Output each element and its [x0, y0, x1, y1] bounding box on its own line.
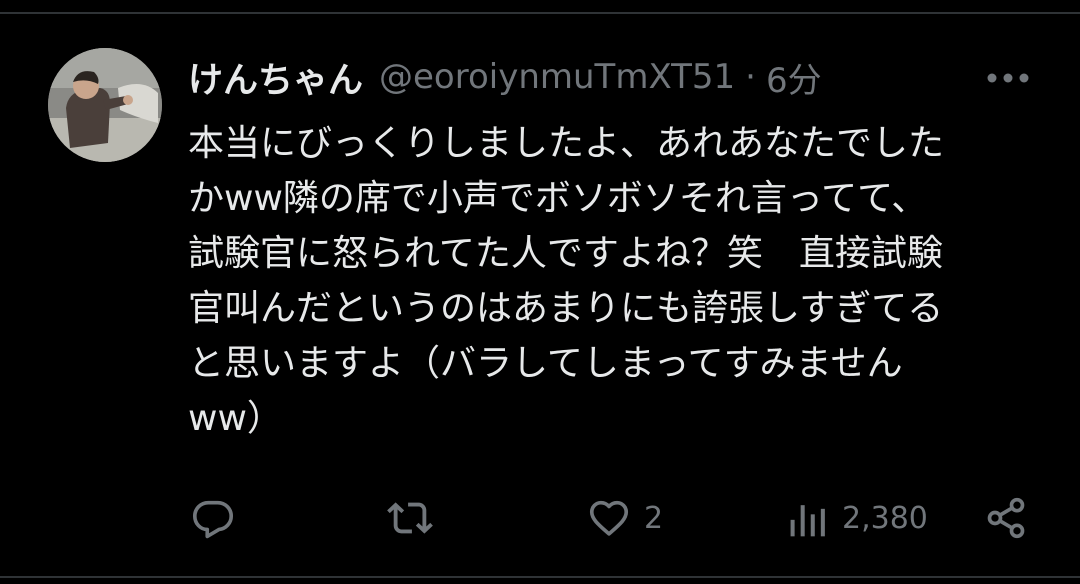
tweet-text: 本当にびっくりしましたよ、あれあなたでした かww隣の席で小声でボソボソそれ言っ…: [188, 123, 945, 439]
user-handle[interactable]: @eoroiynmuTmXT51: [379, 57, 735, 97]
views-button[interactable]: 2,380: [786, 488, 928, 548]
retweet-button[interactable]: [386, 488, 434, 548]
separator-dot: ·: [745, 57, 756, 97]
retweet-icon: [387, 502, 433, 534]
analytics-icon: [790, 505, 825, 537]
timestamp[interactable]: 6分: [766, 53, 822, 102]
share-button[interactable]: [984, 488, 1028, 548]
tweet-actions: 2 2,380: [0, 488, 1080, 548]
avatar-image: [48, 48, 162, 162]
like-count: 2: [644, 500, 664, 536]
more-icon: [987, 73, 1029, 83]
heart-icon: [589, 500, 629, 536]
share-icon: [987, 497, 1025, 539]
top-divider: [0, 12, 1080, 14]
bottom-divider: [0, 576, 1080, 578]
reply-button[interactable]: [190, 488, 236, 548]
more-options-button[interactable]: [984, 62, 1032, 94]
display-name[interactable]: けんちゃん: [188, 52, 363, 103]
reply-icon: [192, 500, 234, 539]
like-button[interactable]: 2: [586, 488, 663, 548]
view-count: 2,380: [842, 500, 928, 536]
tweet-header: けんちゃん @eoroiynmuTmXT51 · 6分: [188, 52, 822, 102]
avatar[interactable]: [48, 48, 162, 162]
